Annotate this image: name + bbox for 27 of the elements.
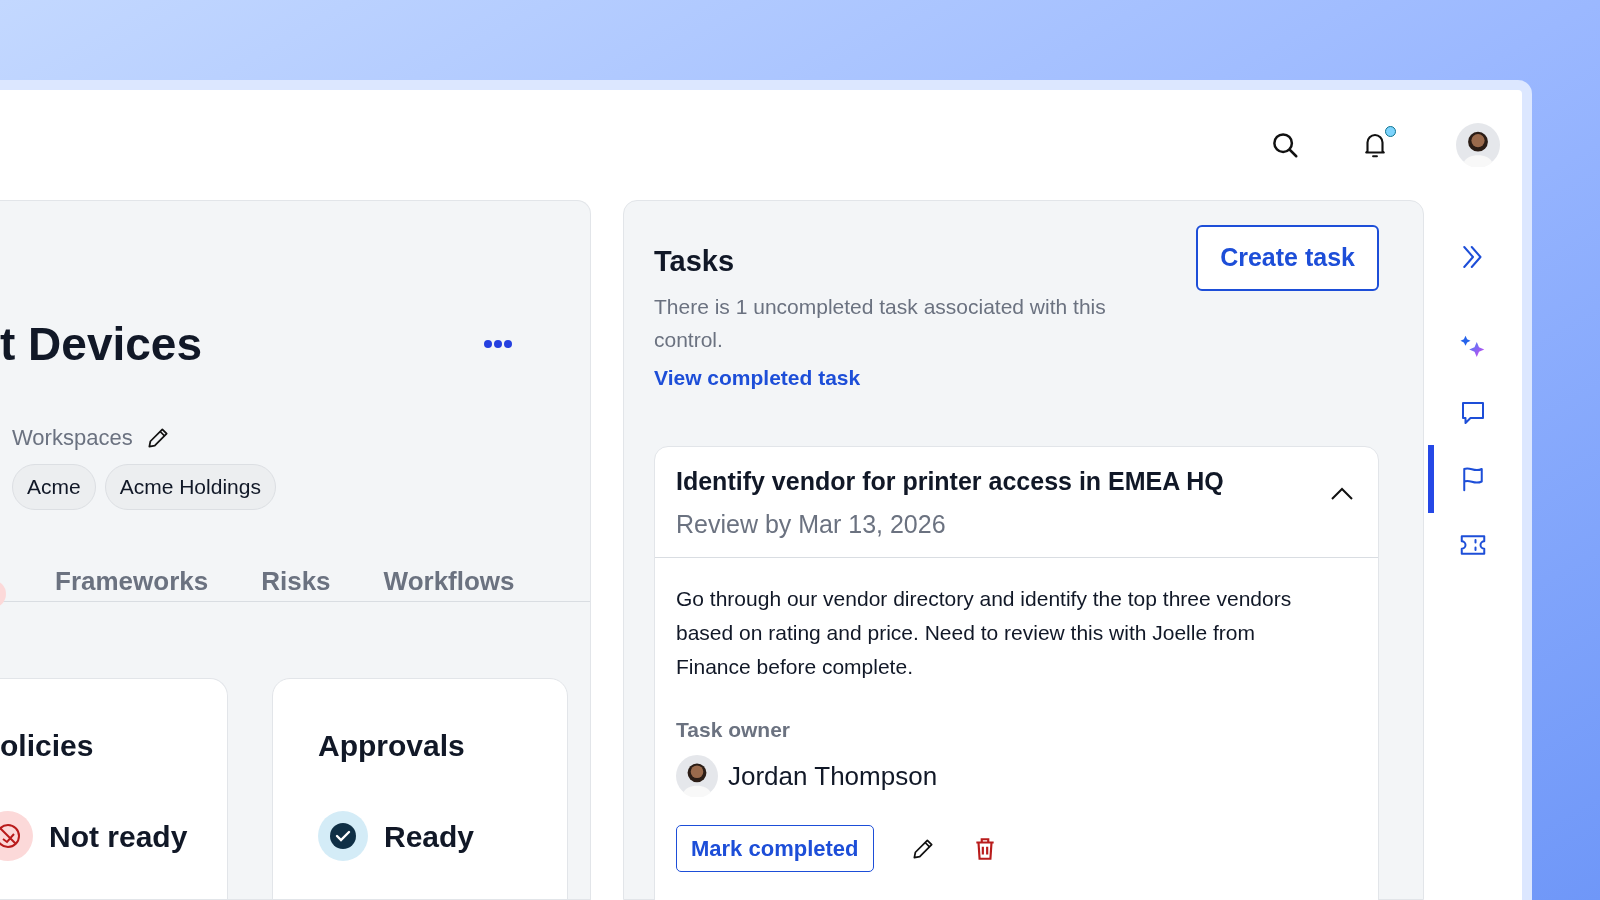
status-text: Not ready bbox=[49, 818, 188, 855]
workspace-chip: Acme bbox=[12, 464, 96, 510]
avatar-icon bbox=[1456, 123, 1500, 167]
avatar-icon bbox=[676, 755, 718, 797]
owner-label: Task owner bbox=[676, 716, 791, 743]
check-icon bbox=[318, 811, 368, 861]
tab[interactable]: Frameworks bbox=[55, 562, 209, 601]
workspace-chip: Acme Holdings bbox=[104, 464, 276, 510]
more-icon[interactable] bbox=[484, 339, 512, 349]
view-completed-link[interactable]: View completed task bbox=[654, 362, 1134, 394]
tasks-title: Tasks bbox=[654, 247, 736, 276]
tasks-summary: There is 1 uncompleted task associated with this control. bbox=[654, 294, 1107, 353]
card-title: olicies bbox=[0, 731, 95, 761]
search-icon[interactable] bbox=[1270, 130, 1300, 160]
review-date: Review by Mar 13, 2026 bbox=[676, 511, 947, 537]
workspaces-label: Workspaces bbox=[12, 424, 133, 452]
owner-name: Jordan Thompson bbox=[728, 759, 938, 793]
tab[interactable]: Workflows bbox=[383, 562, 515, 601]
tab[interactable]: Risks bbox=[261, 562, 331, 601]
task-title: Identify vendor for printer access in EMEA HQ bbox=[676, 468, 1224, 494]
page-title: t Devices bbox=[0, 321, 202, 367]
status-text: Ready bbox=[384, 818, 475, 855]
task-description: Go through our vendor directory and identify the top three vendors based on rating and price. Need to review this with Joelle from Finance before complete. bbox=[676, 585, 1293, 680]
mark-completed-button[interactable]: Mark completed bbox=[676, 825, 874, 872]
card-title: Approvals bbox=[318, 731, 466, 761]
active-indicator bbox=[1428, 445, 1434, 513]
create-task-button[interactable]: Create task bbox=[1196, 225, 1379, 291]
